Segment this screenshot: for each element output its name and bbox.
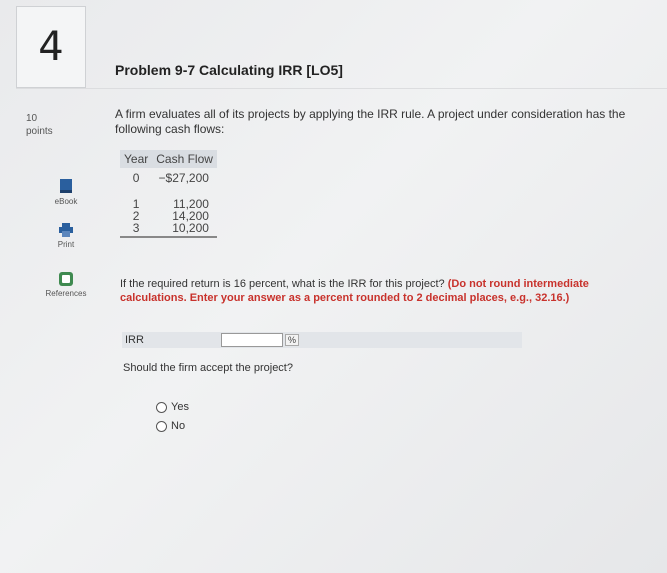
question-number: 4 (16, 6, 86, 88)
references-label: References (45, 289, 87, 298)
points-value: 10 (26, 113, 38, 124)
ebook-link[interactable]: eBook (36, 178, 96, 206)
year-cell: 3 (120, 222, 153, 238)
radio-no[interactable]: No (156, 420, 185, 432)
irr-question: If the required return is 16 percent, wh… (120, 277, 620, 305)
table-row: 3 10,200 (120, 222, 217, 238)
percent-unit: % (285, 334, 300, 346)
print-label: Print (57, 240, 75, 249)
radio-button-icon[interactable] (156, 401, 167, 413)
problem-title: Problem 9-7 Calculating IRR [LO5] (115, 62, 343, 78)
irr-label: IRR (125, 334, 144, 346)
table-row: 0 −$27,200 (120, 168, 217, 198)
header-divider (16, 88, 667, 89)
ebook-label: eBook (54, 197, 78, 206)
references-icon (59, 272, 73, 286)
references-link[interactable]: References (36, 272, 96, 298)
column-header-cash-flow: Cash Flow (152, 150, 217, 168)
question-text: If the required return is 16 percent, wh… (120, 278, 445, 290)
radio-button-icon[interactable] (156, 420, 167, 432)
option-label-yes: Yes (171, 401, 189, 413)
points-label: points (26, 126, 53, 137)
column-header-year: Year (120, 150, 153, 168)
irr-answer-row: IRR % (122, 332, 522, 348)
accept-question: Should the firm accept the project? (123, 362, 293, 374)
book-icon (60, 179, 72, 193)
option-label-no: No (171, 420, 186, 432)
radio-yes[interactable]: Yes (156, 401, 189, 413)
printer-icon (59, 223, 73, 237)
cash-flow-cell: 10,200 (152, 222, 217, 238)
print-link[interactable]: Print (36, 223, 96, 249)
cash-flow-table: Year Cash Flow 0 −$27,200 1 11,200 2 14,… (120, 150, 217, 238)
year-cell: 0 (132, 171, 140, 185)
problem-prompt: A firm evaluates all of its projects by … (115, 107, 626, 136)
cash-flow-cell: −$27,200 (158, 171, 209, 185)
points-indicator: 10 points (26, 112, 53, 138)
irr-input[interactable] (221, 333, 283, 347)
